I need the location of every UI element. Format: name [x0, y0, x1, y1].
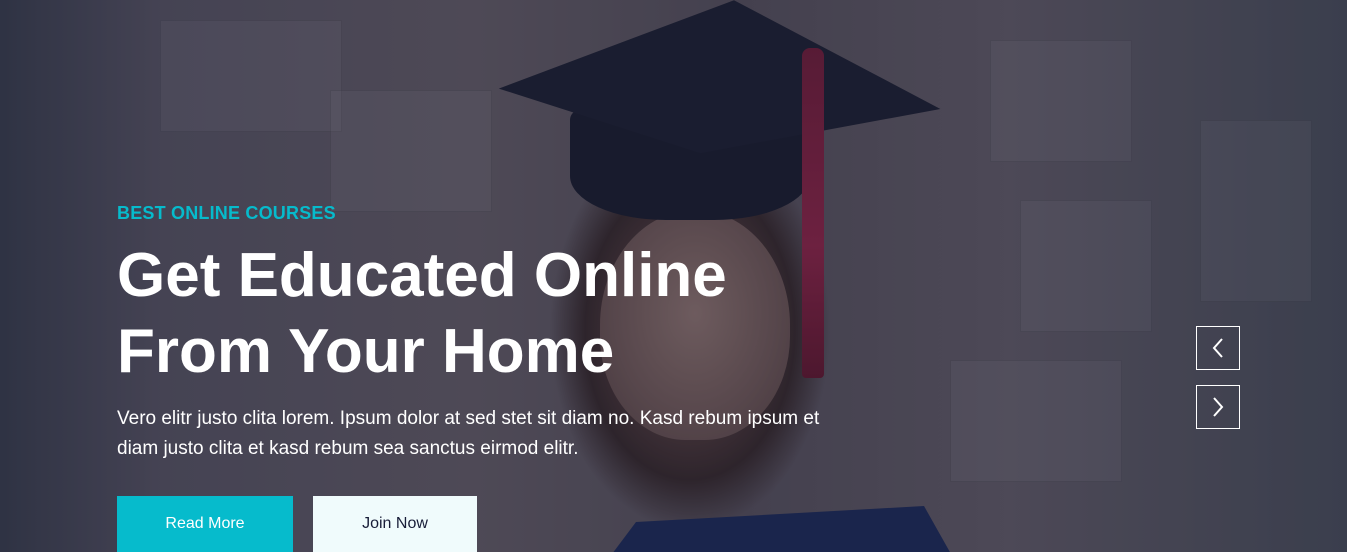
join-now-button[interactable]: Join Now	[313, 496, 477, 552]
hero-eyebrow: BEST ONLINE COURSES	[117, 203, 336, 223]
chevron-left-icon	[1212, 338, 1223, 358]
hero-content: BEST ONLINE COURSES Get Educated Online …	[117, 200, 877, 464]
carousel-next-button[interactable]	[1196, 385, 1240, 429]
carousel-prev-button[interactable]	[1196, 326, 1240, 370]
hero-description: Vero elitr justo clita lorem. Ipsum dolo…	[117, 408, 820, 459]
hero-carousel: BEST ONLINE COURSES Get Educated Online …	[0, 0, 1347, 552]
hero-title: Get Educated Online From Your Home	[117, 241, 727, 386]
read-more-button[interactable]: Read More	[117, 496, 293, 552]
chevron-right-icon	[1213, 397, 1224, 417]
